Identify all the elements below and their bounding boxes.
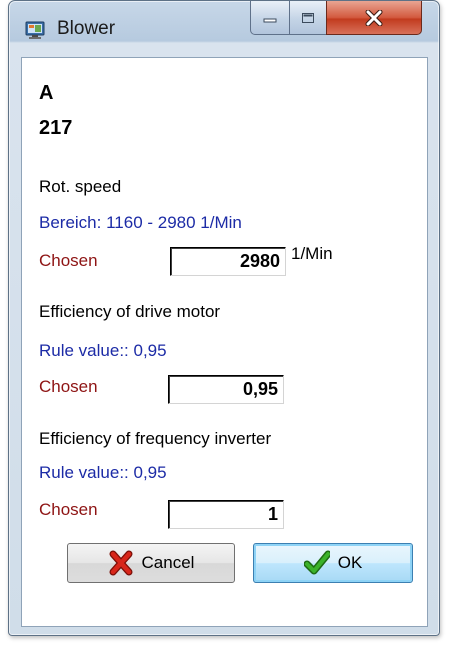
rot-speed-chosen-label: Chosen xyxy=(39,251,98,270)
freq-inverter-input[interactable]: 1 xyxy=(168,500,284,529)
dialog-content: A 217 Rot. speed Bereich: 1160 - 2980 1/… xyxy=(21,57,428,627)
drive-motor-label: Efficiency of drive motor xyxy=(39,302,221,321)
window-title: Blower xyxy=(57,18,116,39)
freq-inverter-chosen-label: Chosen xyxy=(39,500,98,519)
close-icon xyxy=(365,9,383,26)
cancel-button-label: Cancel xyxy=(141,553,195,572)
red-x-icon xyxy=(109,550,133,576)
drive-motor-input[interactable]: 0,95 xyxy=(168,375,284,404)
minimize-icon xyxy=(263,18,277,22)
freq-inverter-label: Efficiency of frequency inverter xyxy=(39,429,272,448)
blower-app-icon xyxy=(25,21,45,39)
ok-button-label: OK xyxy=(337,553,363,572)
dialog-window: Blower A 217 Rot. speed Bereich: 1160 - … xyxy=(8,0,440,636)
ok-button[interactable]: OK xyxy=(253,543,413,583)
header-line-2: 217 xyxy=(39,117,73,139)
rot-speed-label: Rot. speed xyxy=(39,177,122,196)
freq-inverter-rule-value: Rule value:: 0,95 xyxy=(39,463,167,482)
maximize-icon xyxy=(302,12,314,23)
drive-motor-rule-value: Rule value:: 0,95 xyxy=(39,341,167,360)
rot-speed-unit: 1/Min xyxy=(291,244,333,263)
green-check-icon xyxy=(303,550,330,575)
rot-speed-input[interactable]: 2980 xyxy=(170,247,286,276)
close-button[interactable] xyxy=(326,1,422,35)
title-bar[interactable]: Blower xyxy=(9,1,439,57)
rot-speed-range: Bereich: 1160 - 2980 1/Min xyxy=(39,213,242,232)
cancel-button[interactable]: Cancel xyxy=(67,543,235,583)
header-line-1: A xyxy=(39,82,54,104)
minimize-button[interactable] xyxy=(250,1,290,35)
maximize-button[interactable] xyxy=(289,1,327,35)
drive-motor-chosen-label: Chosen xyxy=(39,377,98,396)
